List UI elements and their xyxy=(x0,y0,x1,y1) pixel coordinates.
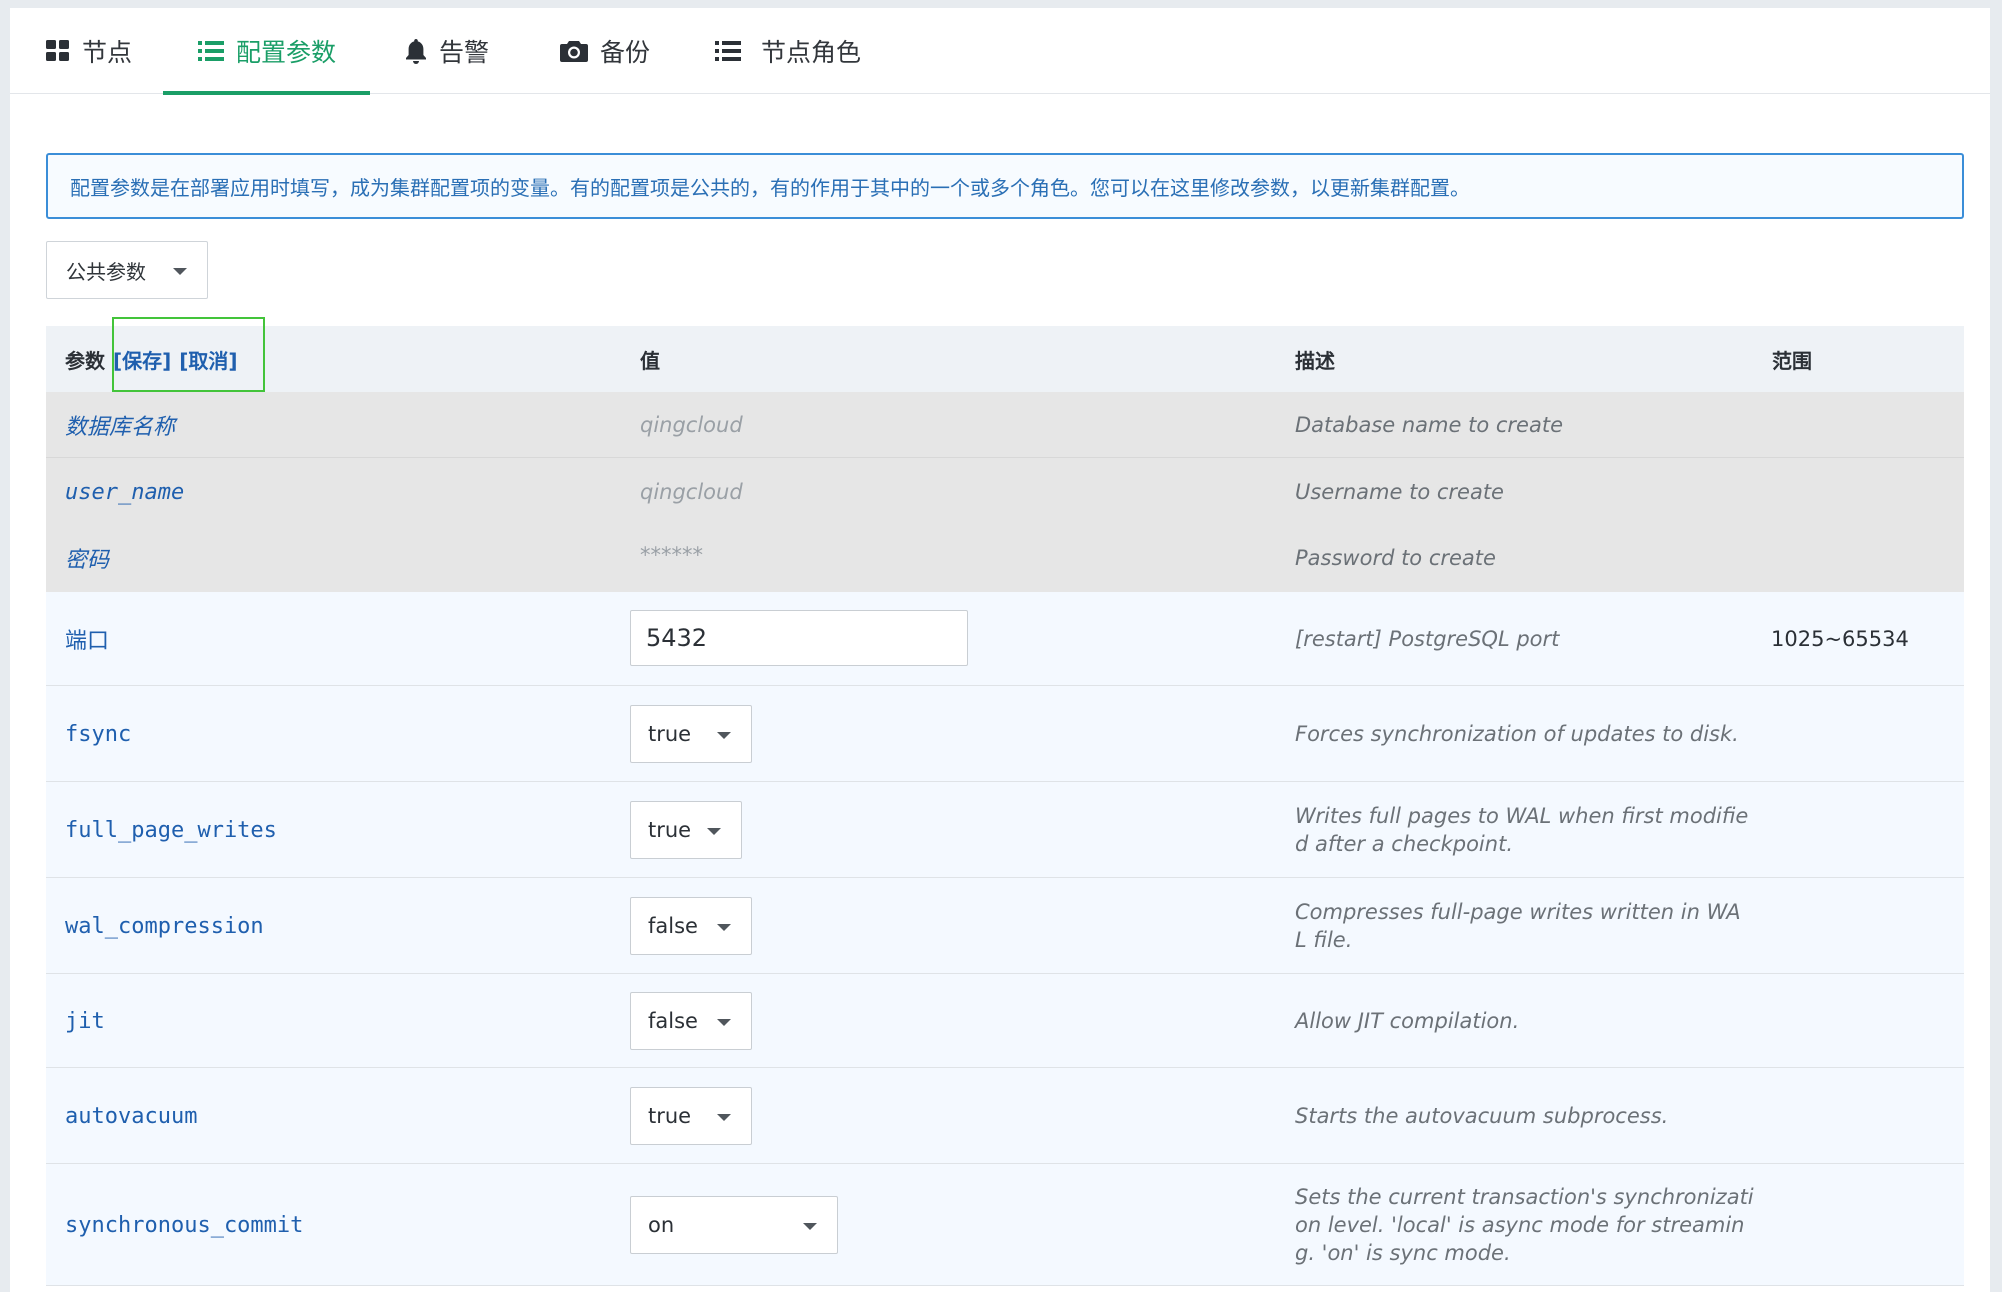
cancel-button[interactable]: [取消] xyxy=(179,345,237,374)
header-param: 参数 [保存] [取消] xyxy=(65,326,238,392)
param-name: 数据库名称 xyxy=(65,415,176,440)
header-value: 值 xyxy=(640,348,660,373)
select-value: false xyxy=(648,914,698,938)
active-tab-indicator xyxy=(163,91,370,95)
param-name: synchronous_commit xyxy=(65,1212,304,1238)
chevron-down-icon xyxy=(717,732,731,739)
param-name: autovacuum xyxy=(65,1103,198,1129)
param-name: 端口 xyxy=(65,629,110,654)
param-desc: Writes full pages to WAL when first modi… xyxy=(1295,782,1765,878)
tab-label: 节点角色 xyxy=(761,38,862,67)
param-value: ****** xyxy=(640,543,703,567)
param-desc-line: Allow JIT compilation. xyxy=(1295,1009,1520,1033)
param-desc: [restart] PostgreSQL port xyxy=(1295,627,1560,651)
param-desc-line: Sets the current transaction's synchroni… xyxy=(1295,1185,1754,1209)
wal-compression-select[interactable]: false xyxy=(630,897,752,955)
param-desc: Password to create xyxy=(1295,546,1496,570)
list-icon xyxy=(715,40,741,62)
grid-icon xyxy=(46,40,70,62)
table-header: 参数 [保存] [取消] 值 描述 范围 xyxy=(46,317,1964,392)
header-desc: 描述 xyxy=(1295,348,1335,373)
jit-select[interactable]: false xyxy=(630,992,752,1050)
param-desc: Forces synchronization of updates to dis… xyxy=(1295,686,1755,782)
table-row: autovacuum true Starts the autovacuum su… xyxy=(46,1068,1964,1164)
param-name: 密码 xyxy=(65,548,110,573)
select-value: true xyxy=(648,1104,692,1128)
param-desc-line: g. 'on' is sync mode. xyxy=(1295,1241,1511,1265)
table-row: fsync true Forces synchronization of upd… xyxy=(46,686,1964,782)
tab-nodes[interactable]: 节点 xyxy=(46,8,132,94)
info-banner: 配置参数是在部署应用时填写，成为集群配置项的变量。有的配置项是公共的，有的作用于… xyxy=(46,153,1964,219)
select-value: true xyxy=(648,818,692,842)
param-name: user_name xyxy=(65,479,185,505)
tab-label: 告警 xyxy=(439,38,490,67)
save-button[interactable]: [保存] xyxy=(113,345,171,374)
synchronous-commit-select[interactable]: on xyxy=(630,1196,838,1254)
select-value: false xyxy=(648,1009,698,1033)
scope-select[interactable]: 公共参数 xyxy=(46,241,208,299)
scope-select-value: 公共参数 xyxy=(66,259,146,284)
table-row: 密码 ****** Password to create xyxy=(46,525,1964,591)
tab-node-roles[interactable]: 节点角色 xyxy=(715,8,861,94)
bell-icon xyxy=(405,38,427,64)
param-desc: Username to create xyxy=(1295,480,1504,504)
autovacuum-select[interactable]: true xyxy=(630,1087,752,1145)
readonly-params: 数据库名称 qingcloud Database name to create … xyxy=(46,392,1964,592)
config-panel: 节点 配置参数 告警 备份 节点角色 配置参数是在部署应用时填写，成为集群配置项… xyxy=(10,8,1990,1292)
param-desc: Allow JIT compilation. xyxy=(1295,974,1765,1068)
tab-label: 节点 xyxy=(82,38,133,67)
info-text: 配置参数是在部署应用时填写，成为集群配置项的变量。有的配置项是公共的，有的作用于… xyxy=(70,175,1470,200)
param-name: fsync xyxy=(65,721,132,747)
param-name: jit xyxy=(65,1008,105,1034)
select-value: true xyxy=(648,722,692,746)
chevron-down-icon xyxy=(717,1114,731,1121)
tab-alerts[interactable]: 告警 xyxy=(405,8,489,94)
param-name: full_page_writes xyxy=(65,817,277,843)
table-row: user_name qingcloud Username to create xyxy=(46,459,1964,525)
table-row: 端口 5432 [restart] PostgreSQL port 1025~6… xyxy=(46,592,1964,686)
full-page-writes-select[interactable]: true xyxy=(630,801,742,859)
fsync-select[interactable]: true xyxy=(630,705,752,763)
chevron-down-icon xyxy=(717,924,731,931)
tab-label: 配置参数 xyxy=(236,38,337,67)
param-desc-line: Starts the autovacuum subprocess. xyxy=(1295,1104,1669,1128)
camera-icon xyxy=(560,39,588,63)
param-desc: Database name to create xyxy=(1295,413,1563,437)
table-row: 数据库名称 qingcloud Database name to create xyxy=(46,392,1964,458)
header-param-label: 参数 xyxy=(65,348,105,373)
select-value: on xyxy=(648,1213,675,1237)
tab-label: 备份 xyxy=(600,38,651,67)
param-desc-line: L file. xyxy=(1295,928,1353,952)
param-range: 1025~65534 xyxy=(1771,627,1909,651)
param-desc: Starts the autovacuum subprocess. xyxy=(1295,1068,1765,1164)
chevron-down-icon xyxy=(707,828,721,835)
param-desc-line: Writes full pages to WAL when first modi… xyxy=(1295,804,1749,828)
params-table: 参数 [保存] [取消] 值 描述 范围 数据库名称 qingcloud Dat… xyxy=(46,317,1964,1286)
param-value: qingcloud xyxy=(640,480,743,504)
param-name: wal_compression xyxy=(65,913,264,939)
table-row: wal_compression false Compresses full-pa… xyxy=(46,878,1964,974)
table-row: jit false Allow JIT compilation. xyxy=(46,974,1964,1068)
chevron-down-icon xyxy=(803,1223,817,1230)
tab-backups[interactable]: 备份 xyxy=(560,8,650,94)
list-icon xyxy=(198,40,224,62)
param-value: qingcloud xyxy=(640,413,743,437)
param-desc: Compresses full-page writes written in W… xyxy=(1295,878,1765,974)
param-desc: Sets the current transaction's synchroni… xyxy=(1295,1164,1765,1286)
tab-config-params[interactable]: 配置参数 xyxy=(198,8,336,94)
chevron-down-icon xyxy=(173,268,187,275)
param-desc-line: Forces synchronization of updates to dis… xyxy=(1295,722,1739,746)
header-range: 范围 xyxy=(1772,348,1812,373)
table-row: synchronous_commit on Sets the current t… xyxy=(46,1164,1964,1286)
param-desc-line: on level. 'local' is async mode for stre… xyxy=(1295,1213,1745,1237)
chevron-down-icon xyxy=(717,1019,731,1026)
tab-bar: 节点 配置参数 告警 备份 节点角色 xyxy=(10,8,1990,95)
port-input[interactable]: 5432 xyxy=(630,610,968,666)
param-desc-line: d after a checkpoint. xyxy=(1295,832,1513,856)
table-row: full_page_writes true Writes full pages … xyxy=(46,782,1964,878)
param-desc-line: Compresses full-page writes written in W… xyxy=(1295,900,1741,924)
